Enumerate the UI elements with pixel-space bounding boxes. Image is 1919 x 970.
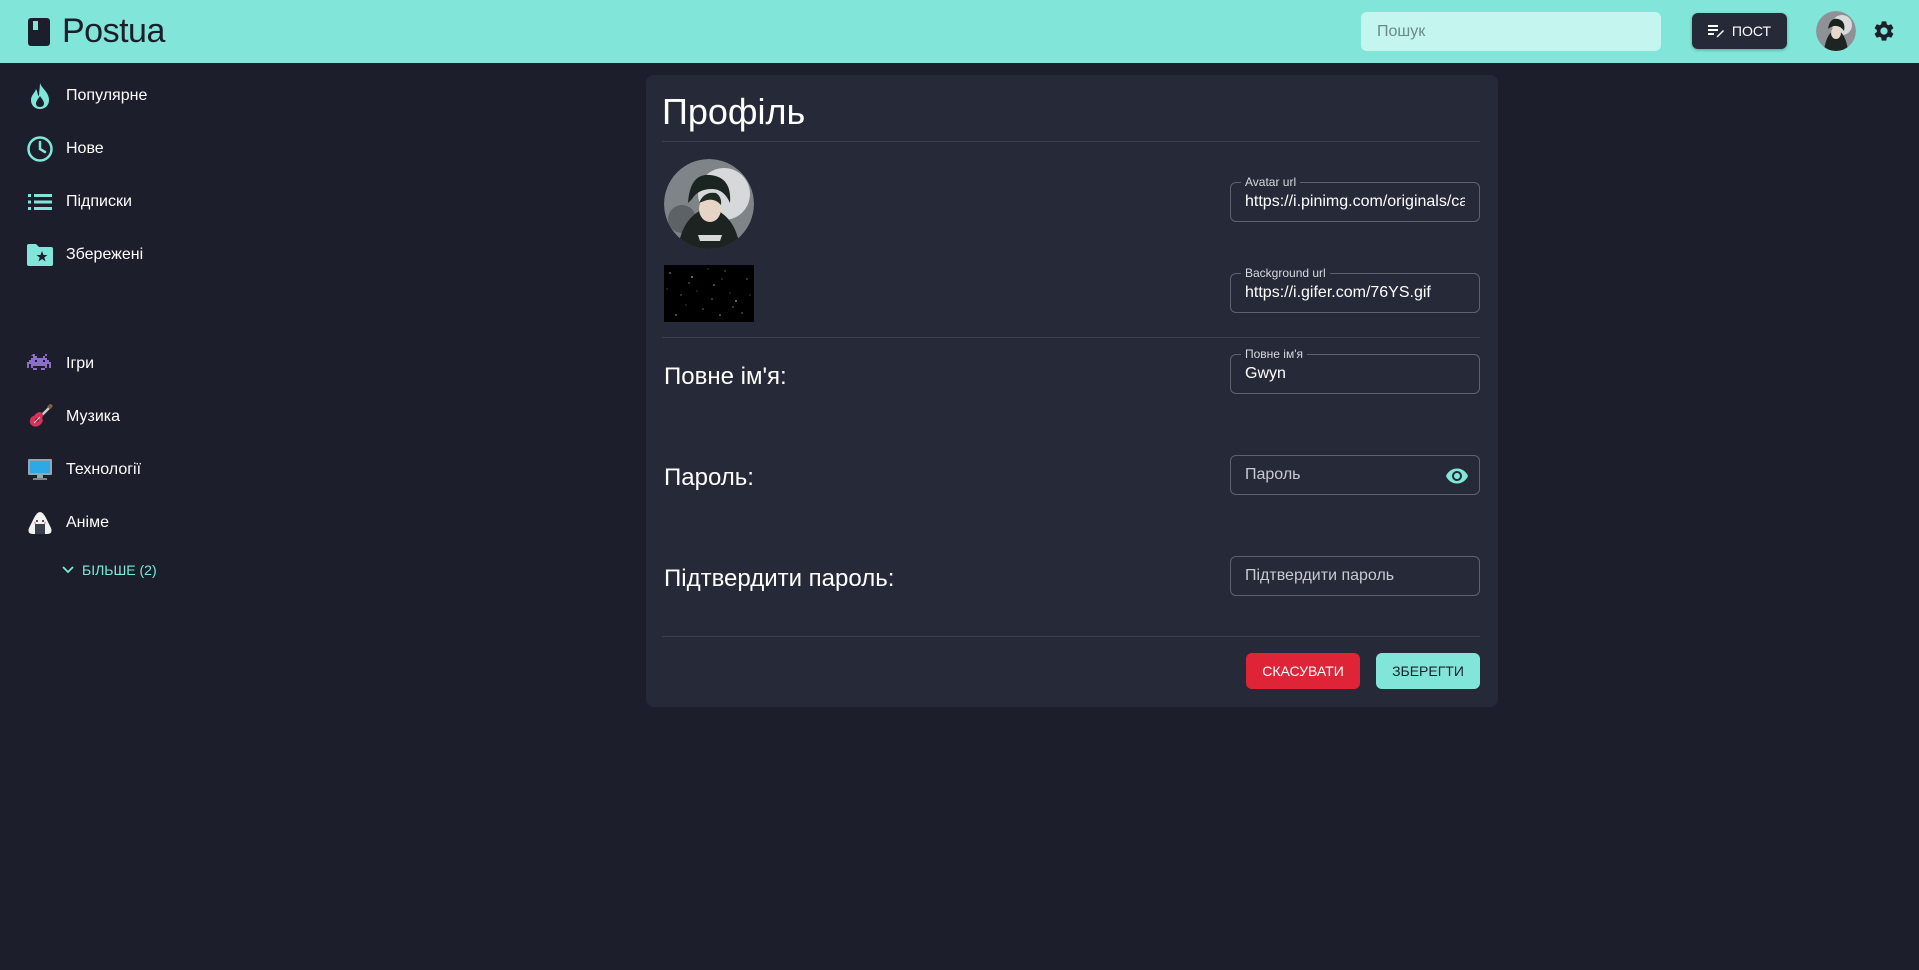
sidebar-item-technology[interactable]: Технології — [26, 452, 141, 488]
password-label: Пароль: — [664, 464, 754, 491]
sidebar-item-label: Аніме — [66, 514, 109, 531]
edit-list-icon — [1707, 25, 1724, 38]
top-bar: Postua ПОСТ — [0, 0, 1919, 63]
user-avatar[interactable] — [1816, 11, 1856, 51]
full-name-field[interactable]: Повне ім'я — [1230, 347, 1480, 394]
onigiri-icon — [28, 512, 52, 534]
sidebar-item-saved[interactable]: Збережені — [26, 237, 143, 273]
password-input[interactable] — [1231, 456, 1479, 494]
profile-card: Профіль Avatar url https://i.pinimg.com/… — [646, 75, 1498, 707]
save-button[interactable]: ЗБЕРЕГТИ — [1376, 653, 1480, 689]
full-name-legend: Повне ім'я — [1241, 347, 1308, 361]
show-more-button[interactable]: БІЛЬШЕ (2) — [62, 562, 157, 578]
sidebar-item-label: Технології — [66, 461, 142, 478]
space-invader-icon — [27, 354, 51, 370]
confirm-password-input[interactable] — [1231, 557, 1479, 595]
footer-divider — [662, 636, 1480, 637]
sidebar-item-games[interactable]: Ігри — [26, 346, 94, 382]
folder-star-icon — [27, 244, 53, 266]
desktop-icon — [28, 459, 52, 480]
search-input[interactable] — [1361, 12, 1661, 51]
sidebar-item-label: Збережені — [66, 246, 144, 263]
app-name: Postua — [62, 12, 165, 50]
list-icon — [28, 194, 52, 210]
sidebar-item-anime[interactable]: Аніме — [26, 505, 109, 541]
background-preview — [664, 265, 754, 322]
gear-icon[interactable] — [1872, 19, 1896, 43]
sidebar-item-label: Нове — [66, 140, 104, 157]
clock-icon — [27, 136, 53, 162]
chevron-down-icon — [62, 566, 74, 574]
sidebar-item-label: Музика — [66, 408, 121, 425]
book-icon — [28, 17, 50, 46]
sidebar-item-music[interactable]: Музика — [26, 399, 120, 435]
avatar-url-legend: Avatar url — [1241, 175, 1301, 189]
create-post-label: ПОСТ — [1731, 23, 1772, 39]
avatar-preview — [664, 159, 754, 249]
create-post-button[interactable]: ПОСТ — [1692, 13, 1787, 49]
background-preview-image — [664, 265, 754, 322]
avatar-url-field[interactable]: Avatar url — [1230, 175, 1480, 222]
section-divider — [662, 337, 1480, 338]
confirm-password-field[interactable] — [1230, 556, 1480, 596]
sidebar-item-label: Ігри — [66, 355, 95, 372]
background-url-field[interactable]: Background url — [1230, 266, 1480, 313]
background-url-legend: Background url — [1241, 266, 1330, 280]
confirm-password-label: Підтвердити пароль: — [664, 565, 895, 592]
avatar-image — [1816, 11, 1856, 51]
guitar-icon — [29, 404, 53, 427]
full-name-label: Повне ім'я: — [664, 363, 787, 390]
page-title: Профіль — [662, 91, 806, 132]
flame-icon — [31, 83, 49, 109]
password-field[interactable] — [1230, 455, 1480, 495]
cancel-button[interactable]: СКАСУВАТИ — [1246, 653, 1360, 689]
sidebar-item-label: Популярне — [66, 87, 148, 104]
logo[interactable]: Postua — [28, 12, 165, 51]
sidebar-item-new[interactable]: Нове — [26, 131, 104, 167]
title-divider — [662, 141, 1480, 142]
sidebar-item-popular[interactable]: Популярне — [26, 78, 147, 114]
show-more-label: БІЛЬШЕ (2) — [82, 562, 157, 578]
sidebar-item-label: Підписки — [66, 193, 132, 210]
avatar-preview-image — [664, 159, 754, 249]
eye-icon[interactable] — [1445, 464, 1469, 488]
sidebar-item-subscriptions[interactable]: Підписки — [26, 184, 132, 220]
